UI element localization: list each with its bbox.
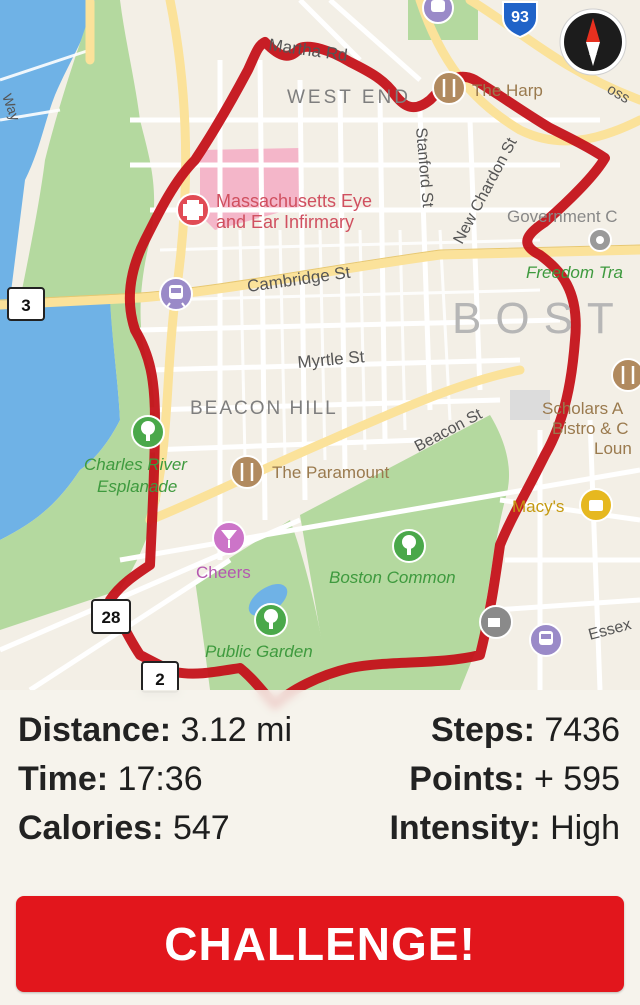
- svg-text:93: 93: [511, 9, 529, 26]
- points-value: + 595: [533, 760, 620, 798]
- compass-button[interactable]: N: [559, 8, 627, 76]
- points-stat: Points: + 595: [409, 759, 620, 799]
- route-3-shield: 3: [7, 287, 45, 321]
- route-2-shield: 2: [141, 661, 179, 693]
- label-boston-common: Boston Common: [329, 568, 456, 587]
- label-public-garden: Public Garden: [205, 642, 313, 661]
- intensity-label: Intensity:: [389, 809, 541, 847]
- route-28-shield: 28: [91, 599, 131, 634]
- label-mass-eye-ear-1: Massachusetts Eye: [216, 191, 372, 211]
- transit-icon-essex[interactable]: [529, 623, 563, 657]
- svg-text:3: 3: [21, 296, 30, 315]
- label-cheers: Cheers: [196, 563, 251, 582]
- theater-icon[interactable]: [479, 605, 513, 639]
- park-icon-esplanade[interactable]: [131, 415, 165, 449]
- distance-label: Distance:: [18, 711, 172, 749]
- label-beacon-hill: BEACON HILL: [190, 398, 338, 419]
- distance-stat: Distance: 3.12 mi: [18, 710, 292, 750]
- restaurant-icon-harp[interactable]: [432, 71, 466, 105]
- shopping-icon-macys[interactable]: [579, 488, 613, 522]
- bar-icon-cheers[interactable]: [212, 521, 246, 555]
- label-macys: Macy's: [512, 497, 564, 516]
- restaurant-icon-scholars[interactable]: [611, 358, 640, 392]
- transit-icon-cambridge[interactable]: [159, 277, 193, 311]
- label-scholars-2: Bistro & C: [552, 419, 629, 438]
- transit-icon-top[interactable]: [422, 0, 454, 24]
- svg-text:2: 2: [155, 670, 164, 689]
- time-value: 17:36: [117, 760, 203, 798]
- intensity-value: High: [550, 809, 620, 847]
- label-the-paramount: The Paramount: [272, 463, 389, 482]
- workout-stats-panel: Distance: 3.12 mi Time: 17:36 Calories: …: [0, 690, 640, 1005]
- challenge-button[interactable]: CHALLENGE!: [16, 896, 624, 992]
- label-scholars-3: Loun: [594, 439, 632, 458]
- time-stat: Time: 17:36: [18, 759, 203, 799]
- label-boston: BOST: [452, 294, 628, 343]
- label-charles-river-2: Esplanade: [97, 477, 177, 496]
- label-the-harp: The Harp: [472, 81, 543, 100]
- points-label: Points:: [409, 760, 525, 798]
- calories-value: 547: [172, 809, 230, 847]
- hospital-icon[interactable]: [176, 193, 210, 227]
- park-icon-garden[interactable]: [254, 603, 288, 637]
- park-icon-common[interactable]: [392, 529, 426, 563]
- distance-value: 3.12 mi: [180, 711, 293, 749]
- restaurant-icon-paramount[interactable]: [230, 455, 264, 489]
- steps-value: 7436: [544, 711, 620, 749]
- intensity-stat: Intensity: High: [389, 808, 620, 848]
- label-scholars-1: Scholars A: [542, 399, 624, 418]
- label-freedom-trail: Freedom Tra: [526, 263, 623, 282]
- calories-label: Calories:: [18, 809, 164, 847]
- steps-stat: Steps: 7436: [431, 710, 620, 750]
- label-mass-eye-ear-2: and Ear Infirmary: [216, 212, 354, 232]
- compass-letter: N: [589, 44, 598, 58]
- calories-stat: Calories: 547: [18, 808, 230, 848]
- label-west-end: WEST END: [287, 87, 411, 108]
- government-center-icon[interactable]: [588, 228, 612, 252]
- steps-label: Steps:: [430, 711, 535, 749]
- time-label: Time:: [18, 760, 109, 798]
- svg-text:28: 28: [102, 608, 121, 627]
- label-charles-river-1: Charles River: [84, 455, 188, 474]
- label-government-center: Government C: [507, 207, 618, 226]
